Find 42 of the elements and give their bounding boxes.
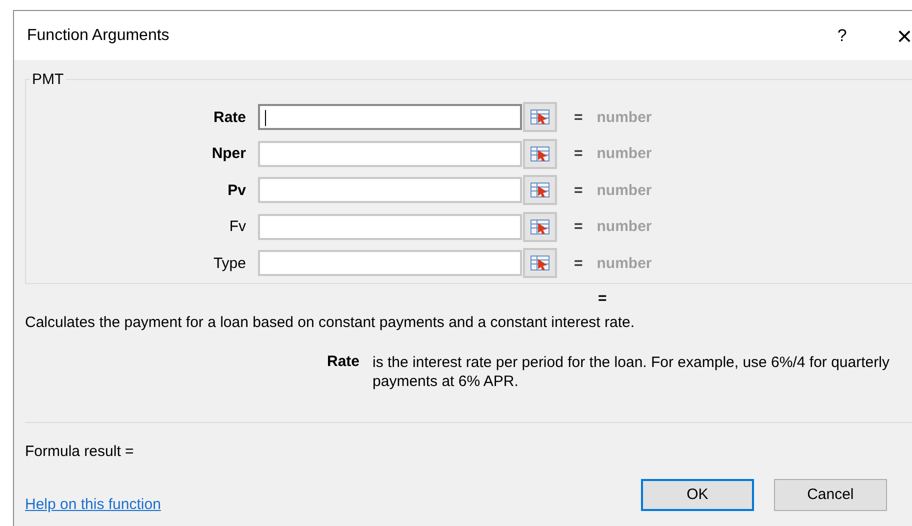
cancel-button[interactable]: Cancel [774, 478, 887, 510]
text-cursor [265, 110, 266, 126]
function-result: = [598, 290, 607, 307]
close-button[interactable]: × [896, 22, 912, 48]
argument-label: Pv [226, 182, 247, 198]
equals-sign: = [574, 218, 583, 235]
collapse-dialog-button[interactable] [523, 138, 557, 168]
equals-sign: = [574, 182, 583, 198]
argument-result: number [596, 182, 652, 198]
argument-description: is the interest rate per period for the loan. For example, use 6%/4 for quarterly payments at 6% APR. [372, 353, 890, 391]
function-description: Calculates the payment for a loan based on constant payments and a constant interest rate. [25, 314, 636, 331]
range-select-icon [530, 144, 550, 162]
equals-sign: = [574, 254, 583, 272]
window-title: Function Arguments [27, 26, 170, 44]
collapse-dialog-button[interactable] [523, 248, 557, 278]
formula-result: Formula result = [25, 443, 135, 460]
argument-label: Rate [212, 108, 247, 126]
equals-sign: = [574, 145, 583, 162]
argument-name: Rate [327, 353, 360, 372]
input-field[interactable] [258, 104, 522, 130]
range-select-icon [530, 218, 550, 236]
input-field[interactable] [258, 214, 522, 240]
argument-label: Fv [228, 218, 247, 235]
argument-label: Nper [210, 145, 247, 162]
input-field[interactable] [258, 177, 522, 203]
argument-result: number [596, 145, 652, 162]
collapse-dialog-button[interactable] [523, 102, 557, 132]
argument-result: number [596, 108, 652, 126]
help-link[interactable]: Help on this function [25, 496, 161, 513]
equals-sign: = [574, 108, 583, 126]
help-button[interactable]: ? [837, 26, 847, 46]
argument-result: number [596, 218, 652, 235]
ok-button[interactable]: OK [640, 478, 754, 510]
range-select-icon [530, 181, 550, 199]
range-select-icon [530, 108, 550, 126]
collapse-dialog-button[interactable] [523, 212, 557, 242]
collapse-dialog-button[interactable] [523, 175, 557, 205]
argument-label: Type [212, 254, 247, 272]
input-field[interactable] [258, 140, 522, 166]
range-select-icon [530, 254, 550, 272]
argument-result: number [596, 254, 652, 272]
input-field[interactable] [258, 250, 522, 276]
